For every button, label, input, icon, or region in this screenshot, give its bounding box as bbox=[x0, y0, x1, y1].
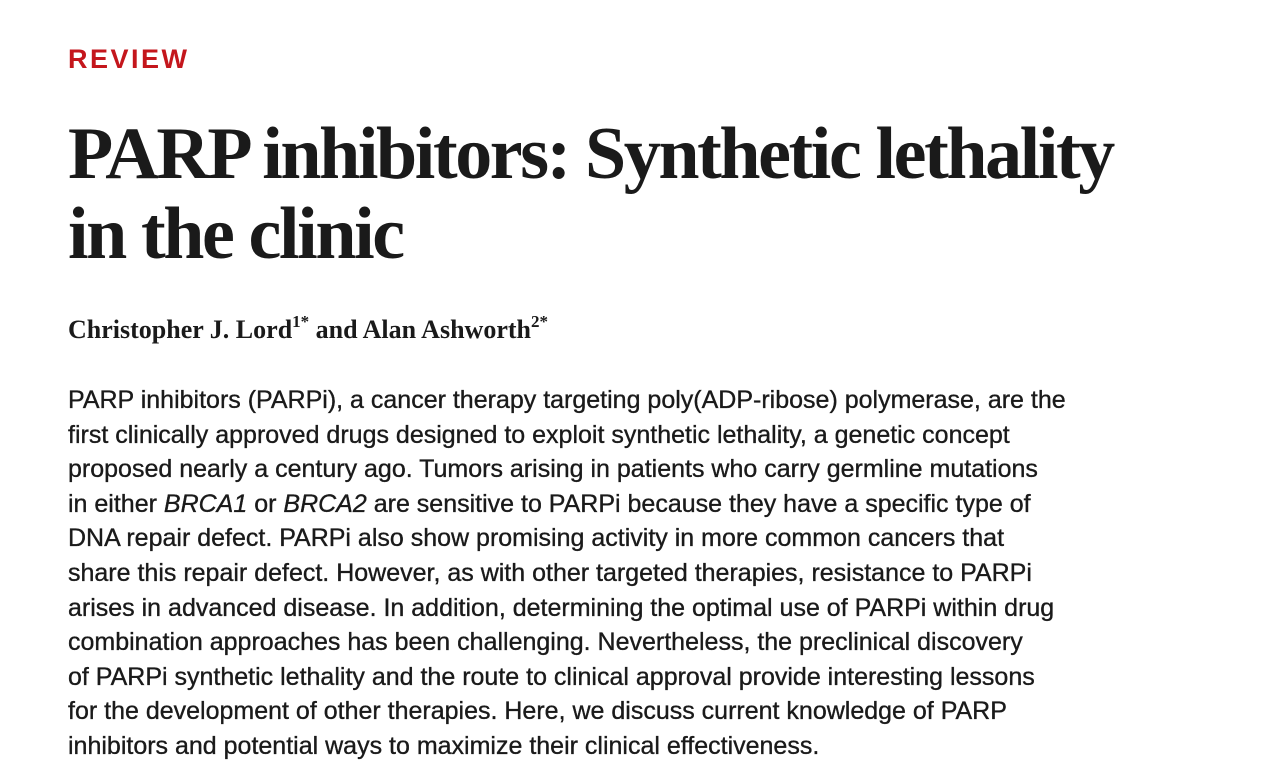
article-title-line-1: PARP inhibitors: Synthetic lethality bbox=[68, 113, 1115, 195]
author-name: Alan Ashworth bbox=[362, 315, 531, 344]
abstract-line: in either BRCA1 or BRCA2 are sensitive t… bbox=[68, 489, 1031, 518]
abstract-line: share this repair defect. However, as wi… bbox=[68, 558, 1032, 587]
abstract-line: arises in advanced disease. In addition,… bbox=[68, 593, 1055, 622]
author-affiliation: 1* bbox=[292, 312, 310, 332]
abstract-line: of PARPi synthetic lethality and the rou… bbox=[68, 662, 1035, 691]
abstract-line: for the development of other therapies. … bbox=[68, 697, 1007, 726]
author-affiliation: 2* bbox=[530, 312, 548, 332]
abstract-line: proposed nearly a century ago. Tumors ar… bbox=[68, 455, 1038, 484]
gene-name: BRCA2 bbox=[283, 489, 367, 518]
author-list: Christopher J. Lord1* and Alan Ashworth2… bbox=[68, 313, 548, 347]
abstract-line: combination approaches has been challeng… bbox=[68, 628, 1023, 657]
section-label: REVIEW bbox=[68, 44, 190, 74]
gene-name: BRCA1 bbox=[163, 489, 248, 518]
article-title-line-2: in the clinic bbox=[68, 193, 405, 275]
abstract-line: DNA repair defect. PARPi also show promi… bbox=[68, 524, 1005, 553]
abstract-line: PARP inhibitors (PARPi), a cancer therap… bbox=[68, 386, 1066, 414]
abstract: PARP inhibitors (PARPi), a cancer therap… bbox=[68, 383, 1263, 764]
abstract-line: inhibitors and potential ways to maximiz… bbox=[68, 731, 820, 760]
article-title: PARP inhibitors: Synthetic lethality in … bbox=[68, 114, 1263, 274]
abstract-line: first clinically approved drugs designed… bbox=[68, 420, 1010, 449]
author-name: Christopher J. Lord bbox=[68, 315, 293, 344]
author-conjunction: and bbox=[315, 315, 358, 344]
